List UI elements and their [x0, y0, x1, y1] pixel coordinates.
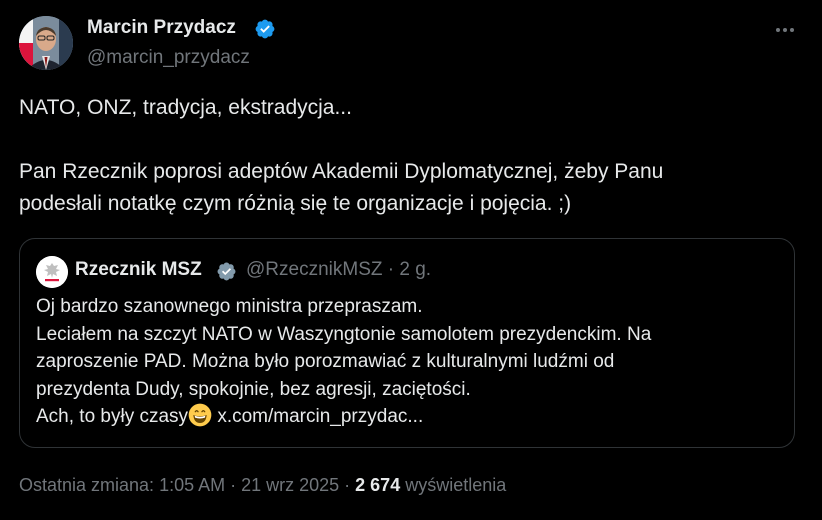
tweet-metadata: Ostatnia zmiana: 1:05 AM · 21 wrz 2025 ·…: [19, 475, 506, 496]
quoted-line: Oj bardzo szanownego ministra przeprasza…: [36, 296, 423, 317]
author-name[interactable]: Marcin Przydacz: [87, 17, 236, 39]
quoted-author-avatar[interactable]: [36, 256, 68, 288]
quoted-line: zaproszenie PAD. Można było porozmawiać …: [36, 351, 615, 372]
tweet-line: podesłali notatkę czym różnią się te org…: [19, 192, 572, 215]
grinning-face-emoji-icon: [188, 403, 212, 427]
tweet-text: NATO, ONZ, tradycja, ekstradycja... Pan …: [19, 92, 809, 220]
tweet-line: NATO, ONZ, tradycja, ekstradycja...: [19, 96, 352, 119]
quoted-link[interactable]: x.com/marcin_przydac...: [212, 406, 423, 427]
more-options-button[interactable]: [770, 18, 800, 42]
ellipsis-icon: [776, 28, 780, 32]
verified-government-badge-icon: [217, 262, 236, 281]
separator: ·: [382, 259, 400, 280]
edited-timestamp[interactable]: Ostatnia zmiana: 1:05 AM · 21 wrz 2025 ·: [19, 475, 355, 495]
author-avatar[interactable]: [19, 16, 73, 70]
quoted-tweet-text: Oj bardzo szanownego ministra przeprasza…: [36, 293, 786, 431]
author-handle[interactable]: @marcin_przydacz: [87, 47, 250, 69]
quoted-last-line-text: Ach, to były czasy: [36, 406, 189, 427]
views-label: wyświetlenia: [400, 475, 507, 495]
quoted-author-name[interactable]: Rzecznik MSZ: [75, 259, 202, 281]
polish-eagle-icon: [36, 256, 68, 288]
quoted-author-handle-time[interactable]: @RzecznikMSZ · 2 g.: [246, 259, 431, 281]
quoted-line: Ach, to były czasy x.com/marcin_przydac.…: [36, 403, 786, 431]
tweet: Marcin Przydacz @marcin_przydacz NATO, O…: [0, 0, 822, 520]
verified-badge-icon: [255, 19, 275, 39]
quoted-line: prezydenta Dudy, spokojnie, bez agresji,…: [36, 378, 471, 400]
quoted-time[interactable]: 2 g.: [399, 259, 431, 280]
quoted-line: Leciałem na szczyt NATO w Waszyngtonie s…: [36, 323, 652, 345]
tweet-line: Pan Rzecznik poprosi adeptów Akademii Dy…: [19, 160, 664, 183]
views-count: 2 674: [355, 475, 401, 495]
quoted-tweet[interactable]: Rzecznik MSZ @RzecznikMSZ · 2 g. Oj bard…: [19, 238, 795, 448]
quoted-handle[interactable]: @RzecznikMSZ: [246, 259, 382, 280]
